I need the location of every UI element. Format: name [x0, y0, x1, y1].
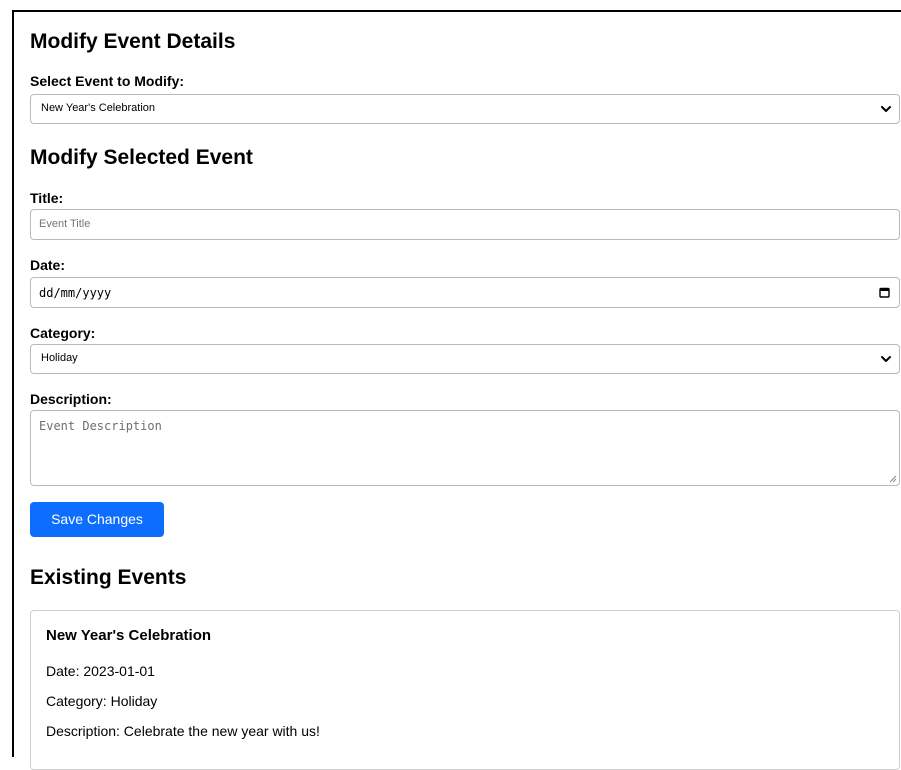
event-card-title: New Year's Celebration: [46, 627, 212, 644]
description-textarea[interactable]: Event Description: [30, 410, 900, 486]
save-changes-button[interactable]: Save Changes: [30, 502, 164, 537]
title-placeholder: Event Title: [39, 218, 91, 230]
date-label: Date:: [30, 257, 66, 273]
title-input[interactable]: Event Title: [30, 209, 900, 240]
existing-events-title: Existing Events: [30, 566, 187, 589]
title-label: Title:: [30, 190, 64, 206]
description-label: Description:: [30, 391, 112, 407]
date-input[interactable]: dd/mm/yyyy: [30, 277, 900, 308]
event-select-value: New Year's Celebration: [41, 102, 156, 114]
event-select[interactable]: New Year's Celebration: [30, 94, 900, 124]
category-select[interactable]: Holiday: [30, 344, 900, 374]
description-placeholder: Event Description: [39, 419, 162, 433]
chevron-down-icon: [881, 356, 891, 362]
event-select-label: Select Event to Modify:: [30, 73, 185, 89]
event-card: New Year's Celebration Date: 2023-01-01 …: [30, 610, 900, 770]
page-title: Modify Event Details: [30, 30, 236, 53]
event-card-description: Description: Celebrate the new year with…: [46, 723, 320, 739]
event-card-category: Category: Holiday: [46, 693, 158, 709]
chevron-down-icon: [881, 106, 891, 112]
resize-grip-icon[interactable]: [889, 475, 897, 483]
modify-section-title: Modify Selected Event: [30, 146, 253, 169]
category-label: Category:: [30, 325, 96, 341]
event-card-date: Date: 2023-01-01: [46, 663, 155, 679]
category-select-value: Holiday: [41, 352, 78, 364]
calendar-icon[interactable]: [879, 287, 890, 298]
date-placeholder: dd/mm/yyyy: [39, 286, 112, 300]
